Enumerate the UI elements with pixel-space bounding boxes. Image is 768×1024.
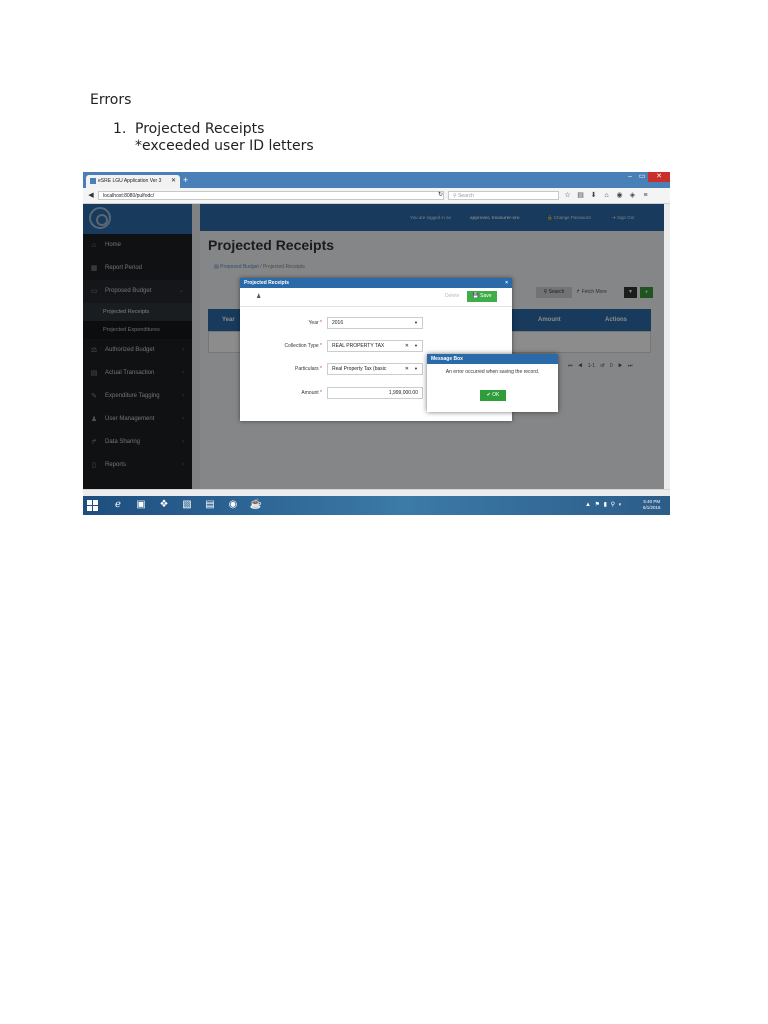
year-select[interactable]: 2016 ▼ (327, 317, 423, 329)
dialog-title: Projected Receipts (244, 280, 290, 286)
taskbar-apps: ℯ ▣ ❖ ▧ ▤ ◉ ☕ (110, 497, 264, 513)
save-button[interactable]: 💾 Save (467, 291, 497, 302)
dialog-toolbar: ♟ Delete 💾 Save (240, 288, 512, 307)
browser-toolbar-icons: ☆ ▤ ⬇ ⌂ ◉ ◈ ≡ (563, 190, 650, 201)
particulars-value: Real Property Tax (basic (332, 366, 387, 372)
hamburger-menu-icon[interactable]: ≡ (641, 190, 650, 201)
file-explorer-icon[interactable]: ▤ (202, 497, 218, 513)
error-list: 1. Projected Receipts *exceeded user ID l… (113, 121, 314, 155)
collection-type-select[interactable]: REAL PROPERTY TAX ✕ ▼ (327, 340, 423, 352)
user-icon: ♟ (256, 294, 262, 300)
dropbox-icon[interactable]: ❖ (156, 497, 172, 513)
tab-title: eSRE LGU Application Ver 3 (98, 178, 162, 184)
particulars-label-text: Particulars (295, 366, 319, 372)
ok-button[interactable]: ✔ OK (480, 390, 506, 401)
clock-date: 6/1/2016 (643, 505, 661, 510)
embedded-screenshot: eSRE LGU Application Ver 3 ✕ + – ▭ ✕ ◀ l… (83, 172, 670, 515)
save-label: Save (480, 293, 492, 299)
tab-close-icon[interactable]: ✕ (171, 175, 176, 188)
chevron-down-icon: ▼ (414, 320, 418, 325)
chevron-down-icon: ▼ (414, 366, 418, 371)
address-bar-row: ◀ localhost:8080/pulfodc/ ↻ ⚲ Search ☆ ▤… (83, 188, 670, 204)
year-row: Year * 2016 ▼ (240, 317, 512, 329)
photos-icon[interactable]: ▧ (179, 497, 195, 513)
close-window-button[interactable]: ✕ (648, 172, 670, 182)
clear-icon[interactable]: ✕ (405, 364, 409, 374)
taskbar-clock[interactable]: 5:40 PM 6/1/2016 (643, 499, 661, 511)
ok-label: OK (492, 392, 500, 398)
amount-label: Amount * (301, 390, 322, 396)
browser-tab[interactable]: eSRE LGU Application Ver 3 ✕ (86, 175, 180, 188)
pocket-icon[interactable]: ◉ (615, 190, 624, 201)
maximize-button[interactable]: ▭ (636, 172, 648, 182)
chevron-down-icon: ▼ (414, 343, 418, 348)
system-tray[interactable]: ▲ ⚑ ▮ ⚲ ◐ (585, 501, 622, 508)
reading-list-icon[interactable]: ▤ (576, 190, 585, 201)
store-icon[interactable]: ▣ (133, 497, 149, 513)
browser-tab-bar: eSRE LGU Application Ver 3 ✕ + – ▭ ✕ (83, 172, 670, 188)
year-value: 2016 (332, 320, 344, 326)
year-label-text: Year (308, 320, 319, 326)
delete-button[interactable]: Delete (445, 293, 459, 299)
internet-explorer-icon[interactable]: ℯ (110, 497, 126, 513)
shield-icon[interactable]: ◈ (628, 190, 637, 201)
dialog-close-icon[interactable]: × (505, 278, 508, 288)
error-message: An error occurred when saving the record… (445, 369, 540, 375)
reload-icon[interactable]: ↻ (438, 191, 443, 200)
document-heading: Errors (90, 92, 132, 108)
list-item-note: *exceeded user ID letters (135, 138, 314, 154)
year-label: Year * (308, 320, 322, 326)
firefox-icon[interactable]: ◉ (225, 497, 241, 513)
back-icon[interactable]: ◀ (86, 191, 96, 200)
collection-type-value: REAL PROPERTY TAX (332, 343, 385, 349)
minimize-button[interactable]: – (624, 172, 636, 182)
particulars-select[interactable]: Real Property Tax (basic ✕ ▼ (327, 363, 423, 375)
clear-icon[interactable]: ✕ (405, 341, 409, 351)
amount-label-text: Amount (301, 390, 319, 396)
collection-type-label: Collection Type * (284, 343, 322, 349)
tab-favicon-icon (90, 177, 96, 184)
message-box: Message Box An error occurred when savin… (427, 354, 558, 412)
collection-type-label-text: Collection Type (284, 343, 319, 349)
url-field[interactable]: localhost:8080/pulfodc/ (98, 191, 444, 200)
dialog-header: Projected Receipts × (240, 278, 512, 288)
amount-input[interactable]: 1,999,000.00 (327, 387, 423, 399)
browser-search-input[interactable]: ⚲ Search (448, 191, 559, 200)
star-icon[interactable]: ☆ (563, 190, 572, 201)
particulars-label: Particulars * (295, 366, 322, 372)
download-icon[interactable]: ⬇ (589, 190, 598, 201)
windows-taskbar: ℯ ▣ ❖ ▧ ▤ ◉ ☕ ▲ ⚑ ▮ ⚲ ◐ 5:40 PM 6/1/2016 (83, 496, 670, 515)
message-box-title: Message Box (427, 354, 558, 364)
list-number: 1. (113, 121, 127, 137)
home-button-icon[interactable]: ⌂ (602, 190, 611, 201)
java-icon[interactable]: ☕ (248, 497, 264, 513)
collection-type-row: Collection Type * REAL PROPERTY TAX ✕ ▼ (240, 340, 512, 352)
search-placeholder: Search (458, 193, 474, 199)
vertical-scrollbar[interactable] (664, 204, 670, 489)
new-tab-button[interactable]: + (183, 174, 188, 186)
list-item-title: Projected Receipts (135, 121, 265, 137)
window-controls: – ▭ ✕ (624, 172, 670, 182)
windows-start-icon[interactable] (87, 500, 98, 511)
